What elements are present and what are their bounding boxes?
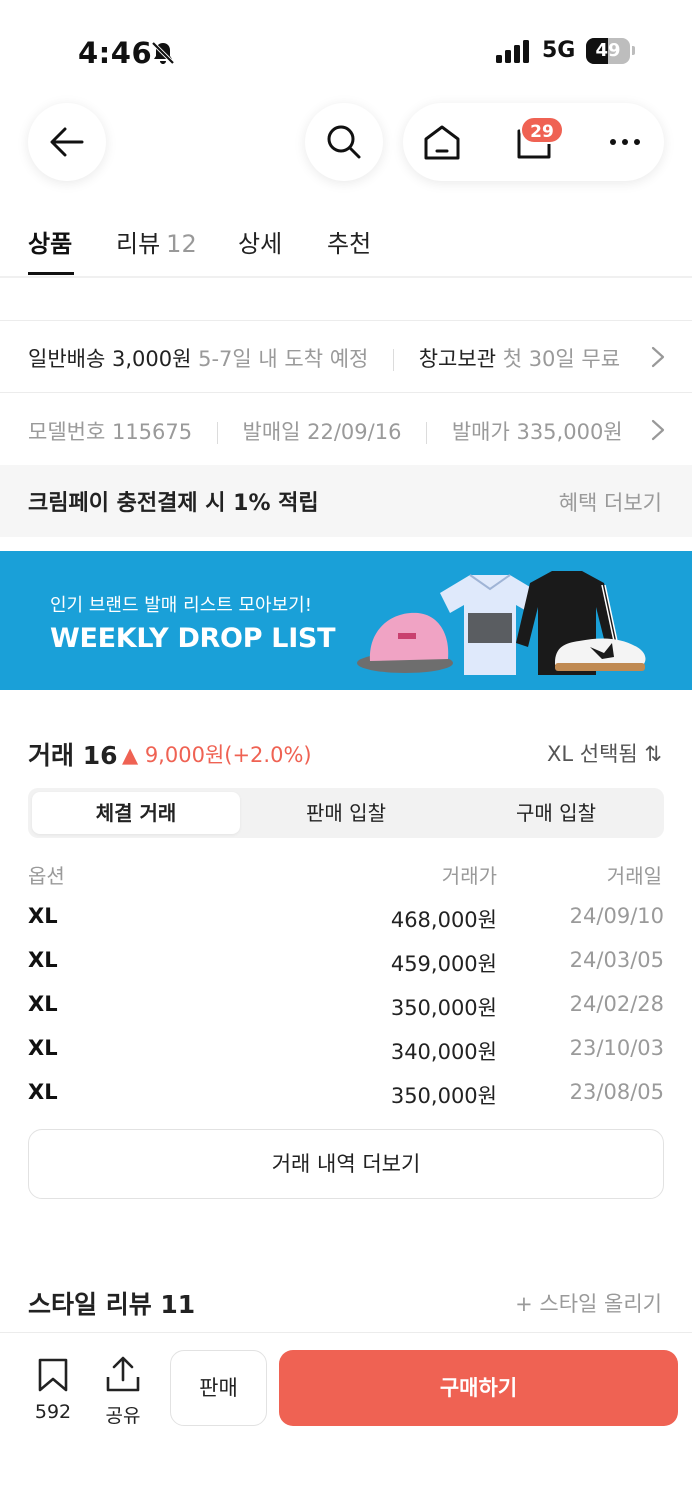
home-button[interactable] bbox=[403, 103, 481, 181]
product-info-row[interactable]: 모델번호 115675 발매일 22/09/16 발매가 335,000원 bbox=[28, 416, 623, 446]
battery-icon: 49 bbox=[586, 38, 630, 64]
back-button[interactable] bbox=[28, 103, 106, 181]
trade-segment-control: 체결 거래 판매 입찰 구매 입찰 bbox=[28, 788, 664, 838]
delivery-eta: 5-7일 내 도착 예정 bbox=[198, 347, 369, 371]
trade-price: 459,000원 bbox=[390, 952, 497, 976]
divider bbox=[426, 422, 428, 444]
bookmark-count: 592 bbox=[34, 1401, 72, 1423]
battery-tip bbox=[632, 46, 635, 55]
table-row: XL 459,000원 24/03/05 bbox=[0, 948, 692, 992]
network-type: 5G bbox=[542, 38, 576, 63]
tab-review[interactable]: 리뷰 12 bbox=[116, 224, 197, 259]
trades-title: 거래 16 bbox=[28, 741, 118, 770]
bottom-action-bar: 592 공유 판매 구매하기 bbox=[0, 1332, 692, 1500]
table-row: XL 340,000원 23/10/03 bbox=[0, 1036, 692, 1080]
trade-date: 24/09/10 bbox=[569, 904, 664, 928]
trade-option: XL bbox=[28, 1080, 58, 1104]
trade-date: 24/02/28 bbox=[569, 992, 664, 1016]
storage-label: 창고보관 bbox=[418, 347, 497, 371]
tab-label: 상세 bbox=[238, 230, 283, 258]
trade-option: XL bbox=[28, 948, 58, 972]
benefit-more-link[interactable]: 혜택 더보기 bbox=[559, 487, 662, 517]
status-bar: 4:46 5G 49 bbox=[0, 0, 692, 100]
storage-detail: 첫 30일 무료 bbox=[502, 347, 621, 371]
segment-sell-bids[interactable]: 판매 입찰 bbox=[242, 792, 450, 834]
signal-icon bbox=[496, 40, 529, 63]
trade-date: 23/08/05 bbox=[569, 1080, 664, 1104]
trade-price: 340,000원 bbox=[390, 1040, 497, 1064]
column-price: 거래가 bbox=[441, 864, 497, 888]
benefit-row: 크림페이 충전결제 시 1% 적립 혜택 더보기 bbox=[0, 465, 692, 537]
bell-slash-icon bbox=[151, 41, 175, 65]
segment-buy-bids[interactable]: 구매 입찰 bbox=[452, 792, 660, 834]
table-row: XL 350,000원 23/08/05 bbox=[0, 1080, 692, 1124]
trade-option: XL bbox=[28, 1036, 58, 1060]
style-review-title: 스타일 리뷰 11 bbox=[28, 1290, 196, 1319]
trade-price: 350,000원 bbox=[390, 996, 497, 1020]
trade-price: 350,000원 bbox=[390, 1084, 497, 1108]
trade-option: XL bbox=[28, 992, 58, 1016]
tab-product[interactable]: 상품 bbox=[28, 224, 72, 259]
trade-date: 23/10/03 bbox=[569, 1036, 664, 1060]
search-button[interactable] bbox=[305, 103, 383, 181]
home-icon bbox=[424, 125, 460, 160]
share-icon bbox=[106, 1356, 140, 1392]
product-tabs: 상품 리뷰 12 상세 추천 bbox=[0, 220, 692, 278]
trade-history-more-button[interactable]: 거래 내역 더보기 bbox=[28, 1129, 664, 1199]
search-icon bbox=[327, 125, 361, 159]
banner-subtitle: 인기 브랜드 발매 리스트 모아보기! bbox=[50, 595, 312, 616]
trade-option: XL bbox=[28, 904, 58, 928]
tab-label: 추천 bbox=[327, 230, 372, 258]
benefit-title: 크림페이 충전결제 시 1% 적립 bbox=[28, 491, 319, 516]
table-row: XL 468,000원 24/09/10 bbox=[0, 904, 692, 948]
chevron-right-icon[interactable] bbox=[650, 418, 666, 442]
banner-products-image bbox=[357, 571, 646, 675]
more-button[interactable] bbox=[586, 103, 664, 181]
price-change: ▲ 9,000원(+2.0%) bbox=[122, 743, 312, 767]
bookmark-button[interactable]: 592 bbox=[22, 1357, 84, 1423]
divider bbox=[0, 392, 692, 393]
buy-button[interactable]: 구매하기 bbox=[279, 1350, 678, 1426]
divider bbox=[216, 422, 218, 444]
sell-button[interactable]: 판매 bbox=[170, 1350, 267, 1426]
bookmark-icon bbox=[38, 1358, 68, 1392]
column-date: 거래일 bbox=[606, 864, 662, 888]
divider bbox=[0, 320, 692, 321]
chevron-right-icon[interactable] bbox=[650, 345, 666, 369]
table-row: XL 350,000원 24/02/28 bbox=[0, 992, 692, 1036]
promo-banner[interactable]: 인기 브랜드 발매 리스트 모아보기! WEEKLY DROP LIST bbox=[0, 551, 692, 690]
release-date: 발매일 22/09/16 bbox=[242, 420, 402, 444]
trade-date: 24/03/05 bbox=[569, 948, 664, 972]
delivery-label: 일반배송 bbox=[28, 347, 106, 371]
share-button[interactable]: 공유 bbox=[92, 1355, 154, 1428]
tab-label: 리뷰 bbox=[116, 230, 161, 258]
model-number: 모델번호 115675 bbox=[28, 420, 193, 444]
review-count: 12 bbox=[166, 230, 197, 258]
delivery-fee: 3,000원 bbox=[111, 347, 192, 371]
divider bbox=[393, 349, 395, 371]
status-time: 4:46 bbox=[78, 36, 153, 70]
active-tab-indicator bbox=[28, 272, 74, 275]
release-price: 발매가 335,000원 bbox=[451, 420, 623, 444]
tab-detail[interactable]: 상세 bbox=[238, 224, 282, 259]
battery-percent: 49 bbox=[595, 40, 621, 61]
delivery-row[interactable]: 일반배송 3,000원 5-7일 내 도착 예정 창고보관 첫 30일 무료 bbox=[28, 343, 620, 373]
cart-badge: 29 bbox=[520, 116, 564, 144]
tab-recommend[interactable]: 추천 bbox=[327, 224, 371, 259]
banner-title: WEEKLY DROP LIST bbox=[50, 623, 336, 654]
segment-completed-trades[interactable]: 체결 거래 bbox=[32, 792, 240, 834]
share-label: 공유 bbox=[105, 1405, 141, 1427]
size-selector[interactable]: XL 선택됨 ⇅ bbox=[547, 738, 662, 768]
back-arrow-icon bbox=[50, 127, 84, 157]
more-icon bbox=[610, 139, 640, 145]
trade-price: 468,000원 bbox=[390, 908, 497, 932]
upload-style-link[interactable]: + 스타일 올리기 bbox=[515, 1288, 662, 1318]
tab-label: 상품 bbox=[28, 230, 73, 258]
column-option: 옵션 bbox=[28, 864, 65, 888]
